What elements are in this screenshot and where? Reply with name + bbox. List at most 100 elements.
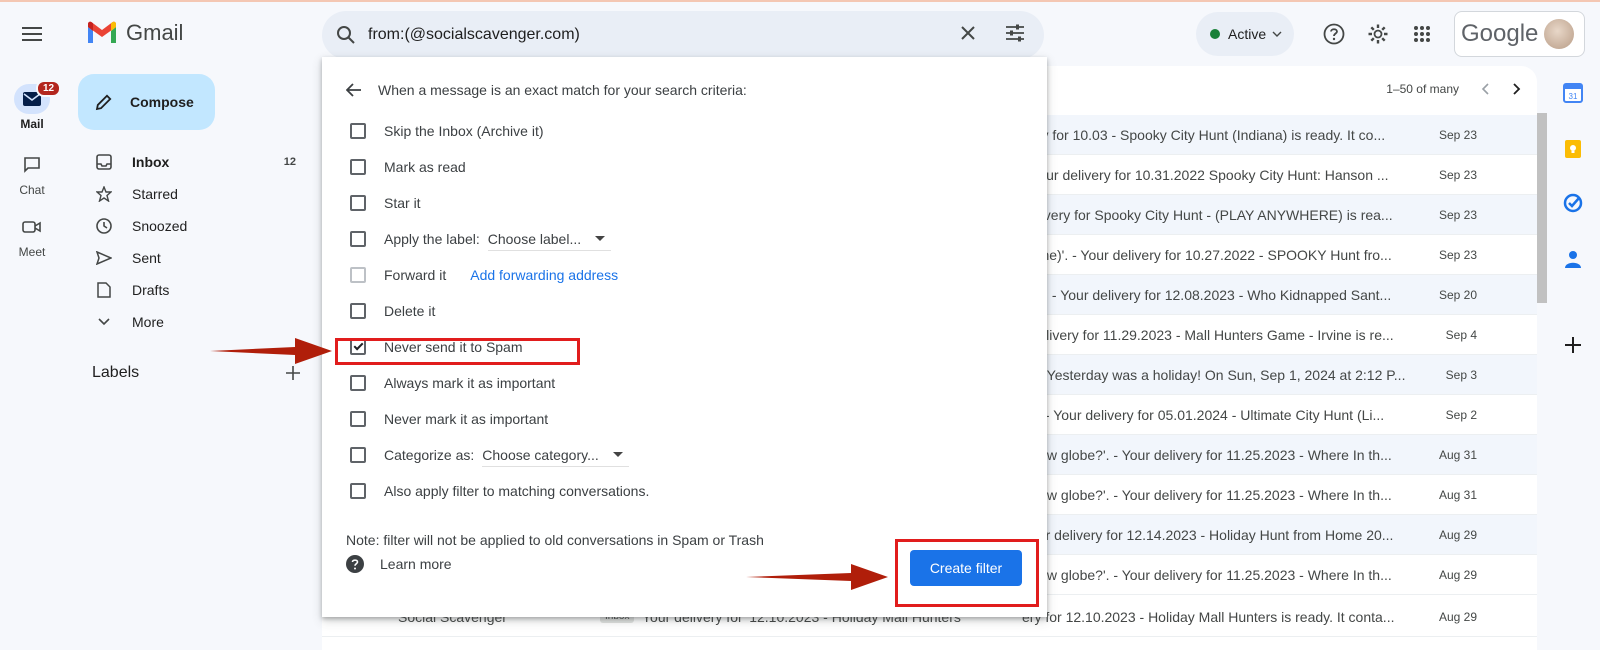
- sidebar-item-sent[interactable]: Sent: [78, 242, 308, 274]
- sidebar-item-starred[interactable]: Starred: [78, 178, 308, 210]
- sidebar-item-label: Drafts: [132, 282, 170, 298]
- inbox-icon: [96, 154, 112, 170]
- option-never-important: Never mark it as important: [350, 407, 548, 431]
- search-icon[interactable]: [336, 25, 356, 45]
- chevron-right-icon[interactable]: [1513, 83, 1521, 95]
- never-important-checkbox[interactable]: [350, 411, 366, 427]
- clear-search-button[interactable]: [958, 23, 978, 48]
- option-skip-inbox: Skip the Inbox (Archive it): [350, 119, 544, 143]
- avatar: [1544, 19, 1575, 49]
- search-input[interactable]: [368, 26, 928, 44]
- rail-meet[interactable]: Meet: [0, 212, 64, 259]
- draft-file-icon: [97, 282, 111, 298]
- delete-checkbox[interactable]: [350, 303, 366, 319]
- plus-icon[interactable]: [286, 366, 300, 380]
- add-forwarding-address-link[interactable]: Add forwarding address: [470, 267, 618, 283]
- list-scrollbar[interactable]: [1537, 113, 1547, 650]
- status-selector[interactable]: Active: [1196, 12, 1294, 56]
- plus-icon: [1565, 337, 1581, 353]
- apply-matching-checkbox[interactable]: [350, 483, 366, 499]
- sidebar-item-inbox[interactable]: Inbox 12: [78, 146, 308, 178]
- sidebar-item-drafts[interactable]: Drafts: [78, 274, 308, 306]
- row-date: Sep 4: [1445, 328, 1477, 342]
- keep-app-button[interactable]: [1562, 138, 1584, 160]
- option-star: Star it: [350, 191, 421, 215]
- row-date: Aug 31: [1438, 488, 1477, 502]
- apps-grid-icon: [1414, 26, 1430, 42]
- rail-chat-label: Chat: [19, 183, 45, 197]
- gear-icon: [1368, 24, 1388, 44]
- row-date: Sep 2: [1445, 408, 1477, 422]
- support-button[interactable]: [1320, 20, 1348, 48]
- row-snippet: Snow globe?'. - Your delivery for 11.25.…: [1022, 487, 1392, 503]
- rail-chat[interactable]: Chat: [0, 150, 64, 197]
- forward-checkbox[interactable]: [350, 267, 366, 283]
- sidebar-item-label: Starred: [132, 186, 178, 202]
- chevron-down-icon: [98, 318, 110, 326]
- dropdown-arrow-icon: [595, 236, 606, 241]
- row-snippet: delivery for Spooky City Hunt - (PLAY AN…: [1022, 207, 1393, 223]
- always-important-checkbox[interactable]: [350, 375, 366, 391]
- option-mark-read: Mark as read: [350, 155, 466, 179]
- scrollbar-thumb[interactable]: [1537, 113, 1547, 303]
- category-select-value: Choose category...: [482, 446, 599, 463]
- sidebar-item-snoozed[interactable]: Snoozed: [78, 210, 308, 242]
- chevron-left-icon[interactable]: [1481, 83, 1489, 95]
- filter-note: Note: filter will not be applied to old …: [346, 532, 764, 548]
- learn-more-link[interactable]: Learn more: [346, 555, 452, 573]
- rail-meet-label: Meet: [18, 245, 46, 259]
- apps-button[interactable]: [1408, 20, 1436, 48]
- main-menu-button[interactable]: [14, 20, 50, 48]
- tasks-icon: [1563, 193, 1583, 213]
- skip-inbox-checkbox[interactable]: [350, 123, 366, 139]
- dialog-header: When a message is an exact match for you…: [346, 82, 747, 98]
- mark-read-checkbox[interactable]: [350, 159, 366, 175]
- app-name: Gmail: [126, 20, 184, 45]
- chat-icon: [24, 157, 40, 173]
- calendar-icon: 31: [1563, 83, 1583, 103]
- row-date: Sep 23: [1438, 128, 1477, 142]
- option-label: Apply the label:: [384, 231, 480, 247]
- label-select[interactable]: Choose label...: [487, 228, 612, 251]
- sidebar-item-label: Inbox: [132, 154, 170, 170]
- back-arrow-icon[interactable]: [346, 83, 362, 97]
- side-panel: 31: [1548, 66, 1600, 650]
- row-date: Aug 29: [1438, 610, 1477, 624]
- menu-icon: [22, 27, 42, 41]
- rail-mail-label: Mail: [20, 117, 44, 131]
- send-icon: [96, 251, 112, 265]
- star-it-checkbox[interactable]: [350, 195, 366, 211]
- option-always-important: Always mark it as important: [350, 371, 555, 395]
- sidebar-item-more[interactable]: More: [78, 306, 308, 338]
- category-select[interactable]: Choose category...: [482, 444, 629, 467]
- pencil-icon: [95, 94, 112, 111]
- sidebar-item-label: Sent: [132, 250, 161, 266]
- tasks-app-button[interactable]: [1562, 192, 1584, 214]
- apply-label-checkbox[interactable]: [350, 231, 366, 247]
- video-camera-icon: [22, 221, 41, 233]
- option-label: Always mark it as important: [384, 375, 556, 391]
- get-addons-button[interactable]: [1562, 334, 1584, 356]
- option-label: Mark as read: [384, 159, 466, 175]
- account-button[interactable]: Google: [1454, 11, 1585, 57]
- gmail-logo[interactable]: Gmail: [86, 20, 183, 46]
- calendar-app-button[interactable]: 31: [1562, 82, 1584, 104]
- option-label: Never mark it as important: [384, 411, 549, 427]
- option-forward: Forward it Add forwarding address: [350, 263, 618, 287]
- contacts-icon: [1565, 251, 1581, 268]
- option-apply-label: Apply the label: Choose label...: [350, 227, 612, 251]
- compose-button[interactable]: Compose: [78, 74, 215, 130]
- svg-text:31: 31: [1569, 92, 1578, 101]
- sidebar-item-label: Snoozed: [132, 218, 188, 234]
- option-apply-matching: Also apply filter to matching conversati…: [350, 479, 649, 503]
- settings-button[interactable]: [1364, 20, 1392, 48]
- clock-icon: [96, 218, 112, 234]
- contacts-app-button[interactable]: [1562, 248, 1584, 270]
- categorize-checkbox[interactable]: [350, 447, 366, 463]
- rail-mail[interactable]: 12 Mail: [0, 80, 64, 131]
- highlight-box-never-spam: [335, 338, 580, 365]
- gmail-m-icon: [88, 21, 116, 43]
- top-accent-line: [0, 0, 1600, 2]
- search-bar: [322, 11, 1044, 59]
- search-options-button[interactable]: [1004, 23, 1026, 48]
